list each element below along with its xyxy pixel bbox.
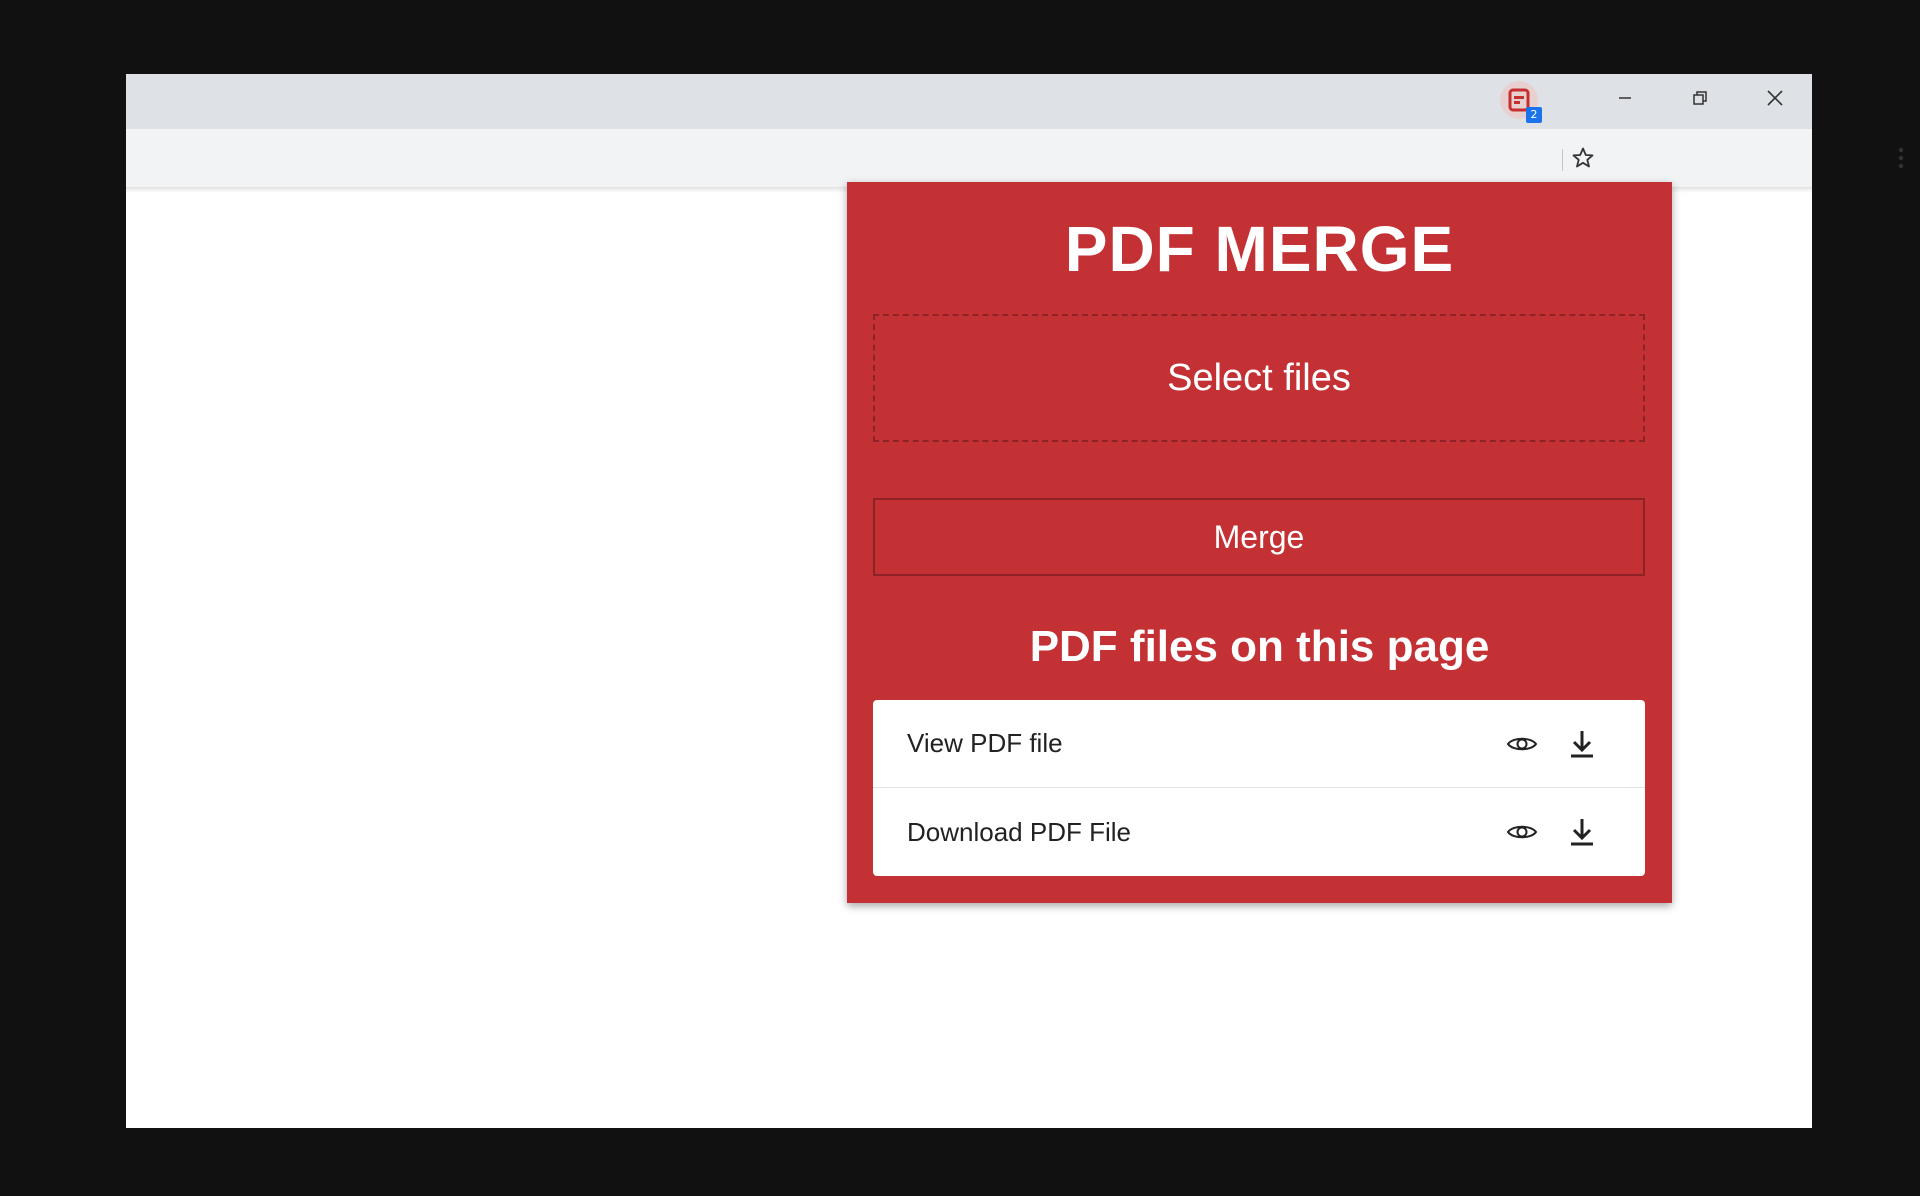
pdf-files-heading: PDF files on this page bbox=[1029, 622, 1490, 671]
toolbar-separator bbox=[1562, 149, 1563, 171]
download-icon bbox=[1571, 819, 1593, 846]
pdf-merge-popup: PDF MERGE Select files Merge PDF files o… bbox=[847, 182, 1672, 903]
download-button[interactable] bbox=[1563, 725, 1601, 763]
restore-icon bbox=[1692, 91, 1707, 105]
bookmark-button[interactable] bbox=[1566, 141, 1600, 175]
title-bar bbox=[126, 74, 1812, 129]
kebab-menu-icon bbox=[1898, 147, 1904, 169]
view-button[interactable] bbox=[1503, 725, 1541, 763]
close-window-button[interactable] bbox=[1737, 74, 1812, 122]
eye-icon bbox=[1506, 825, 1538, 839]
close-icon bbox=[1766, 90, 1783, 106]
browser-toolbar bbox=[126, 129, 1904, 188]
view-button[interactable] bbox=[1503, 813, 1541, 851]
file-label: Download PDF File bbox=[907, 816, 1131, 847]
merge-button[interactable]: Merge bbox=[873, 498, 1645, 576]
select-files-dropzone[interactable]: Select files bbox=[873, 314, 1645, 442]
pdf-merge-extension-button[interactable]: 2 bbox=[1500, 81, 1542, 123]
browser-menu-button[interactable] bbox=[1884, 141, 1918, 175]
popup-title: PDF MERGE bbox=[1064, 213, 1455, 285]
pdf-files-list: View PDF file Download PDF File bbox=[873, 700, 1645, 876]
list-item: Download PDF File bbox=[873, 788, 1645, 876]
restore-button[interactable] bbox=[1662, 74, 1737, 122]
file-label: View PDF file bbox=[907, 728, 1063, 758]
download-icon bbox=[1571, 730, 1593, 757]
eye-icon bbox=[1506, 737, 1538, 750]
minimize-icon bbox=[1618, 97, 1631, 99]
star-icon bbox=[1572, 147, 1594, 168]
download-button[interactable] bbox=[1563, 813, 1601, 851]
list-item: View PDF file bbox=[873, 700, 1645, 788]
window-controls bbox=[1587, 74, 1812, 122]
minimize-button[interactable] bbox=[1587, 74, 1662, 122]
extension-badge: 2 bbox=[1526, 107, 1542, 123]
